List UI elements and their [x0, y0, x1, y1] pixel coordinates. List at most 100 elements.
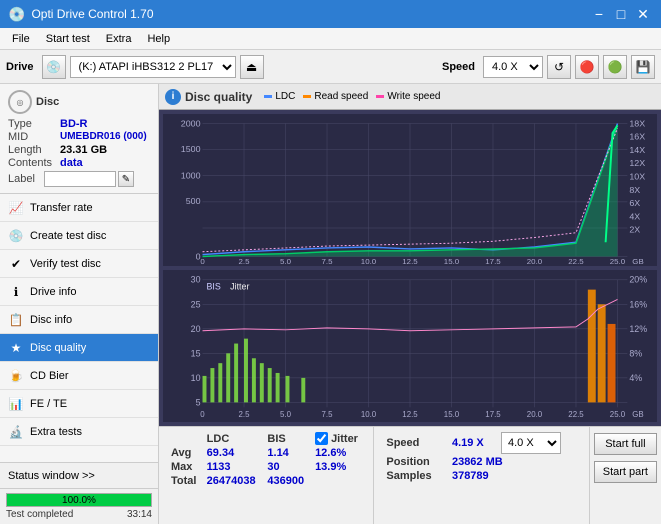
legend-write: Write speed — [376, 91, 440, 102]
nav-create-test-disc[interactable]: 💿 Create test disc — [0, 222, 158, 250]
titlebar: 💿 Opti Drive Control 1.70 − □ ✕ — [0, 0, 661, 28]
nav-disc-info[interactable]: 📋 Disc info — [0, 306, 158, 334]
nav-cd-bier[interactable]: 🍺 CD Bier — [0, 362, 158, 390]
progress-area: 100.0% Test completed 33:14 — [0, 489, 158, 524]
svg-text:14X: 14X — [629, 145, 645, 155]
svg-text:2000: 2000 — [181, 119, 201, 129]
nav-cd-bier-label: CD Bier — [30, 370, 69, 382]
mid-value: UMEBDR016 (000) — [60, 131, 147, 143]
status-text-row: Test completed 33:14 — [6, 509, 152, 520]
ldc-label: LDC — [275, 91, 295, 102]
max-jitter: 13.9% — [311, 460, 365, 474]
read-dot — [303, 95, 311, 98]
verify-test-disc-icon: ✔ — [8, 256, 24, 272]
start-part-button[interactable]: Start part — [594, 461, 657, 483]
svg-text:500: 500 — [186, 196, 201, 206]
nav-drive-info[interactable]: ℹ Drive info — [0, 278, 158, 306]
svg-text:15: 15 — [191, 348, 201, 358]
avg-ldc: 69.34 — [203, 446, 264, 460]
contents-value: data — [60, 157, 83, 169]
svg-text:1000: 1000 — [181, 171, 201, 181]
svg-text:5.0: 5.0 — [280, 410, 292, 419]
ldc-dot — [264, 95, 272, 98]
nav-transfer-rate[interactable]: 📈 Transfer rate — [0, 194, 158, 222]
extra-tests-icon: 🔬 — [8, 424, 24, 440]
label-edit-button[interactable]: ✎ — [118, 171, 134, 187]
progress-text: 100.0% — [7, 494, 151, 506]
avg-bis: 1.14 — [263, 446, 311, 460]
disc-icon: ◎ — [8, 90, 32, 114]
type-label: Type — [8, 118, 60, 130]
ldc-header: LDC — [203, 431, 264, 446]
label-input[interactable] — [44, 171, 116, 187]
svg-text:7.5: 7.5 — [322, 410, 334, 419]
nav-transfer-rate-label: Transfer rate — [30, 202, 93, 214]
max-label: Max — [167, 460, 203, 474]
svg-text:25: 25 — [191, 299, 201, 309]
stats-speed-select[interactable]: 4.0 X 4.0 X — [501, 432, 561, 454]
close-button[interactable]: ✕ — [633, 4, 653, 24]
svg-text:0: 0 — [200, 410, 205, 419]
eject-button[interactable]: ⏏ — [240, 55, 264, 79]
svg-text:BIS: BIS — [206, 282, 220, 292]
stats-table-section: LDC BIS Jitter Avg 69.34 1.14 — [159, 427, 373, 524]
disc-quality-icon: ★ — [8, 340, 24, 356]
menu-starttest[interactable]: Start test — [38, 31, 98, 47]
nav-extra-tests-label: Extra tests — [30, 426, 82, 438]
svg-text:22.5: 22.5 — [568, 257, 583, 266]
menu-extra[interactable]: Extra — [98, 31, 140, 47]
svg-text:25.0: 25.0 — [610, 410, 626, 419]
nav-disc-quality[interactable]: ★ Disc quality — [0, 334, 158, 362]
refresh-button[interactable]: ↺ — [547, 55, 571, 79]
read-label: Read speed — [314, 91, 368, 102]
status-completed-text: Test completed — [6, 509, 73, 520]
svg-text:2.5: 2.5 — [239, 257, 250, 266]
save-button[interactable]: 💾 — [631, 55, 655, 79]
total-ldc: 26474038 — [203, 474, 264, 488]
drive-info-icon: ℹ — [8, 284, 24, 300]
svg-text:22.5: 22.5 — [568, 410, 584, 419]
menu-file[interactable]: File — [4, 31, 38, 47]
jitter-header: Jitter — [331, 433, 358, 445]
svg-text:16X: 16X — [629, 132, 645, 142]
sidebar-nav: 📈 Transfer rate 💿 Create test disc ✔ Ver… — [0, 194, 158, 462]
dq-title: Disc quality — [185, 90, 252, 104]
settings-button2[interactable]: 🟢 — [603, 55, 627, 79]
drive-select[interactable]: (K:) ATAPI iHBS312 2 PL17 (K:) ATAPI iHB… — [70, 56, 236, 78]
svg-text:12.5: 12.5 — [402, 410, 418, 419]
menu-help[interactable]: Help — [139, 31, 178, 47]
svg-text:5: 5 — [196, 397, 201, 407]
sidebar: ◎ Disc Type BD-R MID UMEBDR016 (000) Len… — [0, 84, 159, 524]
svg-text:17.5: 17.5 — [485, 410, 501, 419]
nav-fe-te[interactable]: 📊 FE / TE — [0, 390, 158, 418]
disc-panel: ◎ Disc Type BD-R MID UMEBDR016 (000) Len… — [0, 84, 158, 194]
start-full-button[interactable]: Start full — [594, 433, 657, 455]
cd-bier-icon: 🍺 — [8, 368, 24, 384]
length-value: 23.31 GB — [60, 144, 107, 156]
speed-select[interactable]: 4.0 X 4.0 X — [483, 56, 543, 78]
length-label: Length — [8, 144, 60, 156]
toolbar: Drive 💿 (K:) ATAPI iHBS312 2 PL17 (K:) A… — [0, 50, 661, 84]
dq-icon: i — [165, 89, 181, 105]
max-bis: 30 — [263, 460, 311, 474]
settings-button1[interactable]: 🔴 — [575, 55, 599, 79]
jitter-checkbox[interactable] — [315, 432, 328, 445]
legend-read: Read speed — [303, 91, 368, 102]
main-layout: ◎ Disc Type BD-R MID UMEBDR016 (000) Len… — [0, 84, 661, 524]
menubar: File Start test Extra Help — [0, 28, 661, 50]
nav-disc-quality-label: Disc quality — [30, 342, 86, 354]
svg-text:6X: 6X — [629, 198, 640, 208]
jitter-check[interactable]: Jitter — [315, 432, 361, 445]
svg-text:0: 0 — [200, 257, 204, 266]
label-label: Label — [8, 173, 44, 185]
progress-bar: 100.0% — [6, 493, 152, 507]
status-window-button[interactable]: Status window >> — [0, 463, 158, 489]
maximize-button[interactable]: □ — [611, 4, 631, 24]
minimize-button[interactable]: − — [589, 4, 609, 24]
svg-text:20%: 20% — [629, 275, 647, 285]
nav-extra-tests[interactable]: 🔬 Extra tests — [0, 418, 158, 446]
svg-text:7.5: 7.5 — [322, 257, 333, 266]
nav-verify-test-disc[interactable]: ✔ Verify test disc — [0, 250, 158, 278]
speed-label: Speed — [442, 61, 475, 73]
nav-disc-info-label: Disc info — [30, 314, 72, 326]
